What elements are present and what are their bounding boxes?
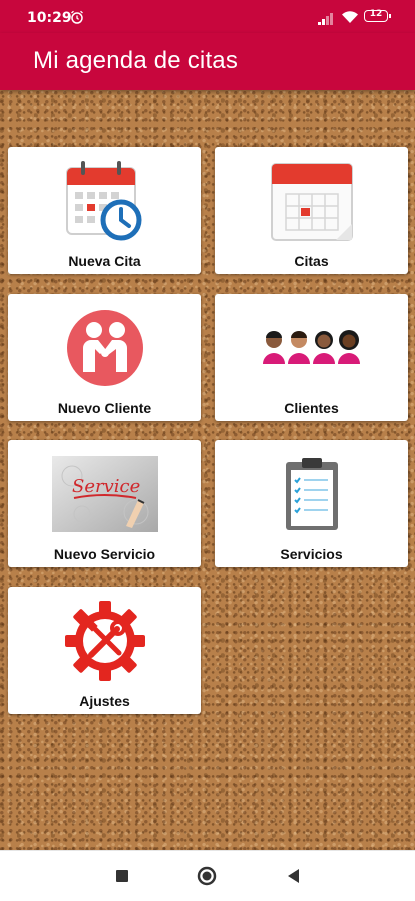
clipboard-checklist-icon [215,448,408,540]
tile-servicios[interactable]: Servicios [215,440,408,567]
status-time: 10:29 [27,10,72,26]
wifi-icon [341,9,359,28]
back-button[interactable] [282,865,304,887]
tile-label: Nuevo Servicio [53,546,156,562]
tile-label: Clientes [284,400,339,416]
tile-label: Ajustes [79,693,130,709]
tile-nuevo-cliente[interactable]: Nuevo Cliente [8,294,201,421]
battery-level: 12 [369,9,383,19]
battery-icon: 12 [364,9,391,22]
tile-label: Citas [294,253,329,269]
status-bar: 10:29 12 [0,0,415,33]
triangle-back-icon [288,869,299,883]
tile-nueva-cita[interactable]: Nueva Cita [8,147,201,274]
people-group-icon [215,302,408,394]
square-icon [116,870,128,882]
app-bar: Mi agenda de citas [0,33,415,90]
settings-tools-icon [8,595,201,687]
home-button[interactable] [196,865,218,887]
circle-icon [197,866,217,886]
handshake-icon [8,302,201,394]
corkboard-background: Nueva Cita Citas Nuevo Cliente Clientes … [0,90,415,850]
tile-nuevo-servicio[interactable]: Service Nuevo Servicio [8,440,201,567]
app-title: Mi agenda de citas [33,47,239,74]
tile-ajustes[interactable]: Ajustes [8,587,201,714]
service-image-text: Service [72,476,140,497]
tile-citas[interactable]: Citas [215,147,408,274]
calendar-icon [215,155,408,247]
alarm-icon [70,9,84,28]
tile-label: Nueva Cita [68,253,141,269]
tile-label: Servicios [280,546,343,562]
service-image-icon: Service [8,448,201,540]
tile-label: Nuevo Cliente [57,400,152,416]
calendar-clock-icon [8,155,201,247]
signal-icon [318,10,334,29]
recents-button[interactable] [111,865,133,887]
tile-clientes[interactable]: Clientes [215,294,408,421]
system-nav-bar [0,850,415,901]
